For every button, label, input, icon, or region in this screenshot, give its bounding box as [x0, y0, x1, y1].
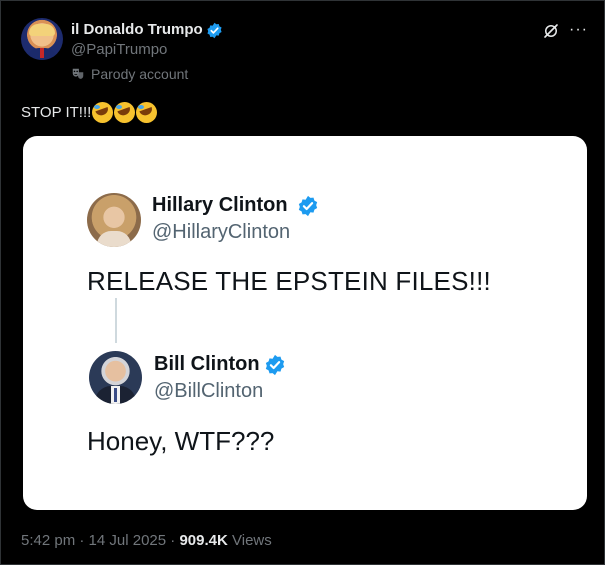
bill-avatar: [89, 351, 142, 404]
views-count: 909.4K: [179, 532, 228, 549]
avatar-tie: [114, 388, 117, 402]
author-handle[interactable]: @PapiTrumpo: [71, 41, 167, 58]
meta-separator: ·: [79, 532, 85, 549]
second-tweet-text: Honey, WTF???: [87, 426, 275, 456]
parody-label: Parody account: [71, 66, 188, 82]
more-options-icon[interactable]: ···: [569, 21, 588, 39]
post-container: il Donaldo Trumpo @PapiTrumpo Parody acc…: [0, 0, 605, 565]
theater-masks-icon: [72, 68, 84, 79]
verified-badge-icon: [265, 354, 285, 376]
second-tweet-name: Bill Clinton: [154, 353, 260, 375]
first-tweet-name: Hillary Clinton: [152, 194, 288, 216]
thread-connector: [115, 298, 117, 343]
views-label: Views: [232, 532, 272, 549]
post-metadata: 5:42 pm · 14 Jul 2025 · 909.4K Views: [21, 532, 272, 549]
post-text: STOP IT!!!: [21, 104, 92, 121]
avatar-tie: [40, 48, 44, 58]
post-body: STOP IT!!!: [21, 102, 158, 123]
rolling-on-floor-laughing-icon: [114, 102, 136, 123]
verified-badge-icon: [207, 22, 222, 39]
first-tweet-handle: @HillaryClinton: [152, 221, 291, 243]
hillary-avatar: [87, 193, 141, 247]
grok-icon[interactable]: [542, 22, 560, 40]
author-display-name[interactable]: il Donaldo Trumpo: [71, 21, 203, 38]
rolling-on-floor-laughing-icon: [136, 102, 158, 123]
second-tweet-handle: @BillClinton: [154, 380, 264, 402]
parody-label-text: Parody account: [91, 66, 189, 82]
post-time[interactable]: 5:42 pm: [21, 532, 75, 549]
meta-separator: ·: [170, 532, 176, 549]
verified-badge-icon: [298, 195, 318, 217]
emoji-group: [92, 102, 158, 123]
avatar-blouse: [97, 231, 131, 247]
rolling-on-floor-laughing-icon: [92, 102, 114, 123]
embedded-image[interactable]: Hillary Clinton @HillaryClinton RELEASE …: [23, 136, 587, 510]
first-tweet-text: RELEASE THE EPSTEIN FILES!!!: [87, 266, 491, 296]
post-date[interactable]: 14 Jul 2025: [89, 532, 167, 549]
author-avatar[interactable]: [21, 18, 63, 60]
avatar-hair: [29, 24, 55, 36]
